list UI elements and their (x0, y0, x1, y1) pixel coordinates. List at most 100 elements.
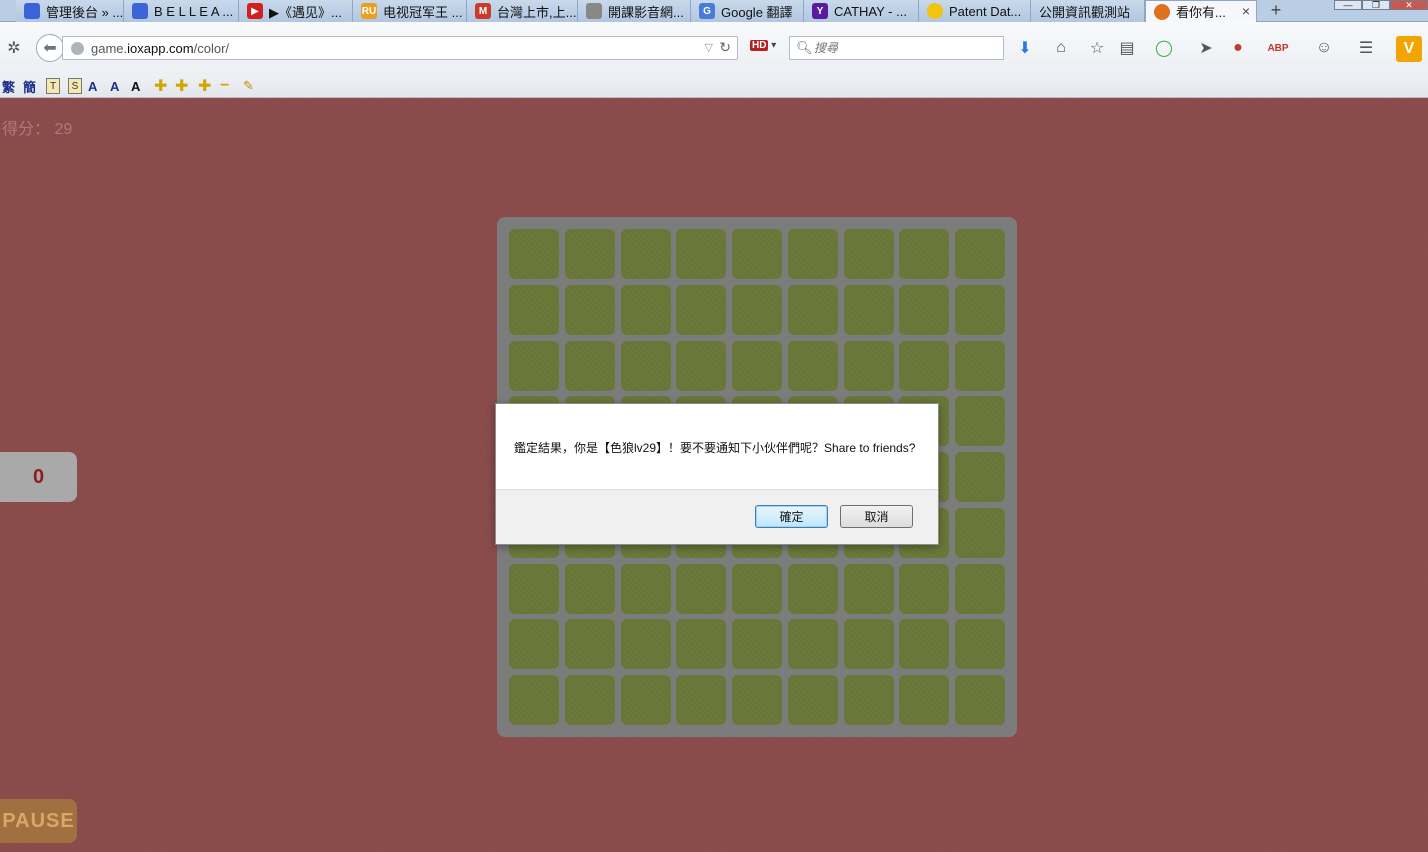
plus-t-icon[interactable]: ✚ (175, 77, 188, 95)
new-tab-button[interactable]: + (1266, 0, 1286, 22)
grid-cell[interactable] (621, 619, 671, 669)
grid-cell[interactable] (676, 564, 726, 614)
grid-cell[interactable] (732, 619, 782, 669)
confirm-button[interactable]: 確定 (755, 505, 828, 528)
grid-cell[interactable] (955, 285, 1005, 335)
grid-cell[interactable] (565, 285, 615, 335)
send-icon[interactable]: ➤ (1196, 38, 1216, 58)
cancel-button[interactable]: 取消 (840, 505, 913, 528)
grid-cell[interactable] (955, 341, 1005, 391)
grid-cell[interactable] (509, 285, 559, 335)
menu-icon[interactable]: ☰ (1356, 38, 1376, 58)
grid-cell[interactable] (955, 564, 1005, 614)
minus-icon[interactable]: − (220, 77, 229, 95)
grid-cell[interactable] (955, 508, 1005, 558)
grid-cell[interactable] (899, 229, 949, 279)
grid-cell[interactable] (844, 619, 894, 669)
sync-addon-icon[interactable]: ◯ (1154, 38, 1174, 58)
grid-cell[interactable] (899, 564, 949, 614)
tab-3[interactable]: ▶ ▶《遇见》... (239, 0, 353, 22)
grid-cell[interactable] (676, 341, 726, 391)
tab-4[interactable]: RU 电视冠军王 ... (353, 0, 467, 22)
grid-cell[interactable] (509, 229, 559, 279)
grid-cell[interactable] (732, 285, 782, 335)
grid-cell[interactable] (732, 341, 782, 391)
grid-cell[interactable] (621, 675, 671, 725)
grid-cell[interactable] (899, 619, 949, 669)
grid-cell[interactable] (955, 675, 1005, 725)
grid-cell[interactable] (676, 229, 726, 279)
maximize-button[interactable]: ❐ (1362, 0, 1390, 10)
grid-cell[interactable] (844, 341, 894, 391)
close-window-button[interactable]: ✕ (1390, 0, 1428, 10)
grid-cell[interactable] (676, 619, 726, 669)
grid-cell[interactable] (621, 564, 671, 614)
grid-cell[interactable] (899, 675, 949, 725)
grid-cell[interactable] (899, 285, 949, 335)
font-decrease-button[interactable]: A (110, 77, 119, 95)
tab-9[interactable]: Patent Dat... (919, 0, 1031, 22)
grid-cell[interactable] (955, 619, 1005, 669)
tab-8[interactable]: Y CATHAY - ... (804, 0, 919, 22)
grid-cell[interactable] (732, 675, 782, 725)
grid-cell[interactable] (565, 229, 615, 279)
grid-cell[interactable] (509, 675, 559, 725)
font-increase-button[interactable]: A (88, 77, 97, 95)
tab-6[interactable]: 開課影音網... (578, 0, 691, 22)
tab-10[interactable]: 公開資訊觀測站 (1031, 0, 1145, 22)
simplified-chinese-button[interactable]: 簡 (23, 77, 36, 95)
grid-cell[interactable] (565, 675, 615, 725)
address-bar[interactable]: game.ioxapp.com/color/ ▽ ↻ (62, 36, 738, 60)
grid-cell[interactable] (788, 619, 838, 669)
minimize-button[interactable]: — (1334, 0, 1362, 10)
reload-icon[interactable]: ↻ (719, 39, 731, 56)
tab-7[interactable]: G Google 翻譯 (691, 0, 804, 22)
grid-cell[interactable] (565, 619, 615, 669)
grid-cell[interactable] (955, 396, 1005, 446)
tab-close-icon[interactable]: × (1242, 3, 1250, 19)
grid-cell[interactable] (955, 229, 1005, 279)
wrench-icon[interactable]: ✎ (243, 77, 254, 95)
chat-icon[interactable]: ☺ (1314, 38, 1334, 58)
grid-cell[interactable] (788, 229, 838, 279)
grid-cell[interactable] (732, 229, 782, 279)
hd-addon-button[interactable]: HD ▾ (750, 40, 780, 56)
grid-cell[interactable] (509, 341, 559, 391)
grid-cell[interactable] (509, 564, 559, 614)
tab-1[interactable]: 管理後台 » ... (16, 0, 124, 22)
grid-cell[interactable] (899, 341, 949, 391)
font-reset-button[interactable]: A (131, 77, 140, 95)
grid-cell[interactable] (844, 564, 894, 614)
back-button[interactable]: ⬅ (36, 34, 64, 62)
plus-icon[interactable]: ✚ (154, 77, 167, 95)
settings-gears-icon[interactable]: ✲ (4, 38, 24, 58)
grid-cell[interactable] (676, 675, 726, 725)
s-box-button[interactable]: S (68, 78, 82, 94)
tab-11-active[interactable]: 看你有... × (1145, 0, 1257, 22)
grid-cell[interactable] (621, 341, 671, 391)
ladybug-addon-icon[interactable]: ● (1228, 38, 1248, 58)
grid-cell[interactable] (565, 564, 615, 614)
search-input[interactable] (814, 40, 994, 56)
home-icon[interactable]: ⌂ (1051, 38, 1071, 58)
grid-cell[interactable] (844, 675, 894, 725)
tab-2[interactable]: B E L L E A ... (124, 0, 239, 22)
tab-5[interactable]: M 台灣上市,上... (467, 0, 578, 22)
grid-cell[interactable] (565, 341, 615, 391)
grid-cell[interactable] (732, 564, 782, 614)
pause-button[interactable]: PAUSE (0, 799, 77, 843)
grid-cell[interactable] (955, 452, 1005, 502)
traditional-chinese-button[interactable]: 繁 (2, 77, 15, 95)
grid-cell[interactable] (788, 564, 838, 614)
addon-v-icon[interactable]: V (1396, 36, 1422, 62)
grid-cell[interactable] (621, 285, 671, 335)
grid-cell[interactable] (788, 341, 838, 391)
grid-cell[interactable] (844, 285, 894, 335)
url-dropdown-icon[interactable]: ▽ (705, 41, 713, 54)
download-icon[interactable]: ⬇ (1015, 38, 1035, 58)
reading-list-icon[interactable]: ▤ (1117, 38, 1137, 58)
bookmark-star-icon[interactable]: ☆ (1087, 38, 1107, 58)
grid-cell[interactable] (509, 619, 559, 669)
grid-cell[interactable] (621, 229, 671, 279)
t-box-button[interactable]: T (46, 78, 60, 94)
